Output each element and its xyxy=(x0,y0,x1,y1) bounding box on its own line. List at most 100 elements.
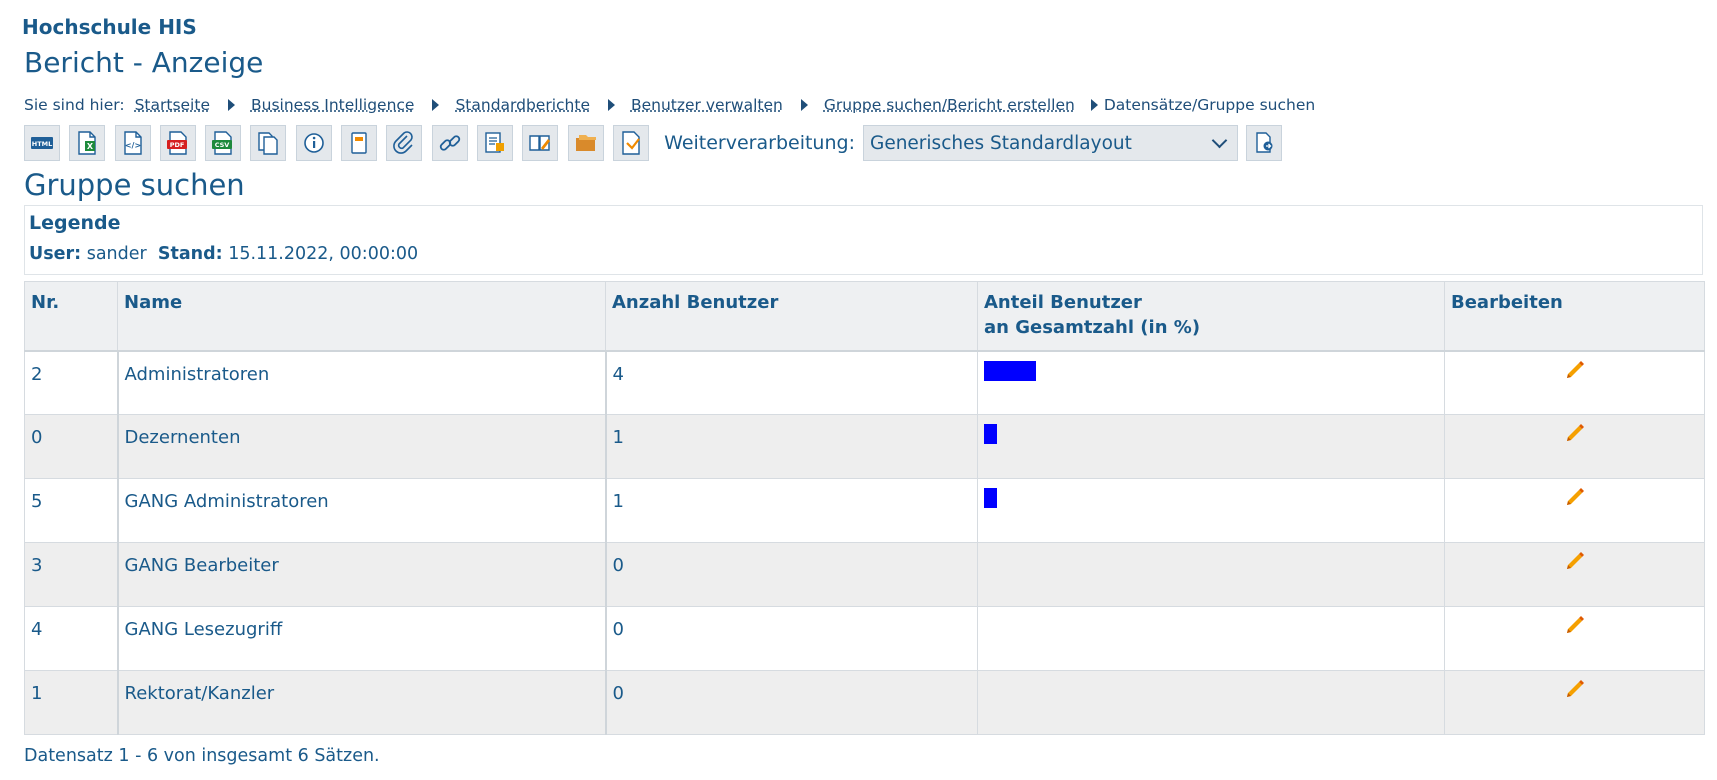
cell-name: Administratoren xyxy=(117,350,607,415)
processing-layout-select[interactable]: Generisches Standardlayout xyxy=(862,125,1238,161)
table-row: 0 Dezernenten 1 xyxy=(24,414,1705,479)
share-bar xyxy=(984,360,1036,381)
breadcrumb-link-benutzer-verwalten[interactable]: Benutzer verwalten xyxy=(631,96,783,114)
cell-share xyxy=(977,414,1445,479)
pencil-icon[interactable] xyxy=(1564,677,1586,699)
column-header-count[interactable]: Anzahl Benutzer xyxy=(605,281,978,352)
breadcrumb-link-gruppe-suchen[interactable]: Gruppe suchen/Bericht erstellen xyxy=(824,96,1075,114)
svg-text:HTML: HTML xyxy=(32,140,52,148)
cell-nr: 4 xyxy=(24,606,119,671)
page-title: Bericht - Anzeige xyxy=(24,46,264,79)
breadcrumb-separator-icon xyxy=(607,99,615,111)
notebook-icon xyxy=(351,132,367,154)
copy-button[interactable] xyxy=(250,125,287,161)
chevron-down-icon xyxy=(1211,132,1228,149)
legend-title: Legende xyxy=(29,212,121,234)
share-bar xyxy=(984,424,997,444)
csv-export-icon: CSV xyxy=(212,131,233,155)
breadcrumb-separator-icon xyxy=(227,99,235,111)
column-header-edit: Bearbeiten xyxy=(1444,281,1705,352)
book-edit-icon xyxy=(529,135,551,151)
report-edit-button[interactable] xyxy=(476,125,513,161)
export-html-button[interactable]: HTML xyxy=(24,125,60,161)
pencil-icon[interactable] xyxy=(1564,549,1586,571)
cell-name: GANG Bearbeiter xyxy=(117,542,607,607)
folders-icon xyxy=(575,135,596,151)
notebook-button[interactable] xyxy=(341,125,378,161)
institution-name: Hochschule HIS xyxy=(22,15,197,39)
folders-button[interactable] xyxy=(567,125,604,161)
legend-user-label: User: xyxy=(29,244,82,264)
cell-edit xyxy=(1444,350,1705,415)
pencil-icon[interactable] xyxy=(1564,358,1586,380)
breadcrumb-current: Datensätze/Gruppe suchen xyxy=(1103,96,1316,114)
column-header-share[interactable]: Anteil Benutzer an Gesamtzahl (in %) xyxy=(977,281,1445,352)
cell-count: 4 xyxy=(605,350,978,415)
breadcrumb-separator-icon xyxy=(432,99,440,111)
legend-user-value: sander xyxy=(86,244,147,264)
breadcrumb-link-standardberichte[interactable]: Standardberichte xyxy=(455,96,590,114)
cell-edit xyxy=(1444,606,1705,671)
cell-nr: 1 xyxy=(24,670,119,735)
export-xml-button[interactable]: </> xyxy=(114,125,151,161)
info-button[interactable] xyxy=(295,125,332,161)
legend-stand-label: Stand: xyxy=(157,244,223,264)
share-bar xyxy=(984,488,997,508)
export-excel-button[interactable]: X xyxy=(69,125,106,161)
cell-count: 0 xyxy=(605,670,978,735)
column-header-share-line2: an Gesamtzahl (in %) xyxy=(984,317,1201,338)
breadcrumb-link-startseite[interactable]: Startseite xyxy=(135,96,210,114)
pencil-icon[interactable] xyxy=(1564,421,1586,443)
cell-share xyxy=(977,542,1445,607)
info-icon xyxy=(303,133,324,153)
excel-export-icon: X xyxy=(78,131,96,155)
cell-edit xyxy=(1444,542,1705,607)
cell-name: GANG Lesezugriff xyxy=(117,606,607,671)
column-header-name[interactable]: Name xyxy=(117,281,606,352)
legend-box: Legende User: sander Stand: 15.11.2022, … xyxy=(24,205,1703,275)
report-edit-icon xyxy=(485,132,504,153)
cell-count: 1 xyxy=(605,478,978,543)
cell-edit xyxy=(1444,478,1705,543)
record-summary: Datensatz 1 - 6 von insgesamt 6 Sätzen. xyxy=(24,746,380,766)
cell-share xyxy=(977,670,1445,735)
breadcrumb-link-business-intelligence[interactable]: Business Intelligence xyxy=(251,96,414,114)
breadcrumb-separator-icon xyxy=(800,99,808,111)
svg-text:CSV: CSV xyxy=(215,141,230,149)
breadcrumb-separator-icon xyxy=(1090,99,1098,111)
svg-text:X: X xyxy=(87,142,94,151)
apply-processing-button[interactable] xyxy=(1245,125,1282,161)
table-row: 5 GANG Administratoren 1 xyxy=(24,478,1705,543)
column-header-nr[interactable]: Nr. xyxy=(24,281,118,352)
cell-nr: 3 xyxy=(24,542,119,607)
book-edit-button[interactable] xyxy=(522,125,559,161)
cell-nr: 0 xyxy=(24,414,119,479)
column-header-share-line1: Anteil Benutzer xyxy=(984,292,1142,313)
document-export-icon xyxy=(622,131,640,155)
link-icon xyxy=(439,135,460,151)
document-export-button[interactable] xyxy=(612,125,649,161)
legend-stand-value: 15.11.2022, 00:00:00 xyxy=(228,244,419,264)
table-header-row: Nr. Name Anzahl Benutzer Anteil Benutzer… xyxy=(24,281,1705,352)
pencil-icon[interactable] xyxy=(1564,485,1586,507)
svg-text:</>: </> xyxy=(124,141,140,150)
link-button[interactable] xyxy=(431,125,468,161)
table-body: 2 Administratoren 4 0 Dezernenten 1 5 GA… xyxy=(24,350,1705,735)
cell-name: Dezernenten xyxy=(117,414,607,479)
document-apply-icon xyxy=(1256,132,1273,153)
cell-edit xyxy=(1444,670,1705,735)
export-pdf-button[interactable]: PDF xyxy=(159,125,196,161)
table-row: 4 GANG Lesezugriff 0 xyxy=(24,606,1705,671)
export-csv-button[interactable]: CSV xyxy=(205,125,242,161)
cell-name: Rektorat/Kanzler xyxy=(117,670,607,735)
paperclip-icon xyxy=(393,131,414,154)
pencil-icon[interactable] xyxy=(1564,613,1586,635)
breadcrumb-label: Sie sind hier: xyxy=(24,96,125,114)
attachment-button[interactable] xyxy=(386,125,423,161)
xml-export-icon: </> xyxy=(123,131,142,155)
legend-values: User: sander Stand: 15.11.2022, 00:00:00 xyxy=(29,244,418,264)
cell-share xyxy=(977,478,1445,543)
groups-table: Nr. Name Anzahl Benutzer Anteil Benutzer… xyxy=(24,281,1705,735)
cell-nr: 2 xyxy=(24,350,119,415)
cell-count: 0 xyxy=(605,606,978,671)
